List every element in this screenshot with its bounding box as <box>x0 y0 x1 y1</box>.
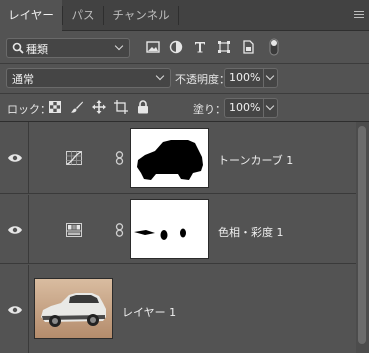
lock-label: ロック： <box>7 103 51 116</box>
layer-kind-filter-select[interactable]: 種類 <box>6 38 130 58</box>
hue-saturation-adjustment-icon <box>66 223 82 237</box>
tab-divider <box>178 6 179 25</box>
lock-all-icon[interactable] <box>137 100 149 114</box>
eye-icon[interactable] <box>7 225 23 235</box>
opacity-label: 不透明度： <box>175 73 230 86</box>
type-filter-icon[interactable] <box>193 40 207 54</box>
adjustment-filter-icon[interactable] <box>169 40 183 54</box>
layer-image-thumbnail[interactable] <box>34 278 113 339</box>
row-divider <box>0 93 369 94</box>
layers-list: トーンカーブ 1 色相・彩度 1 レイヤー 1 <box>0 122 356 353</box>
lock-artboard-icon[interactable] <box>114 100 128 114</box>
fill-value: 100% <box>229 101 261 114</box>
chevron-down-icon <box>114 41 124 51</box>
lock-position-icon[interactable] <box>92 100 106 114</box>
image-filter-icon[interactable] <box>146 40 160 54</box>
layer-mask-thumbnail[interactable] <box>130 128 209 188</box>
layer-row-curves[interactable]: トーンカーブ 1 <box>0 122 356 194</box>
smart-object-filter-icon[interactable] <box>241 40 255 54</box>
lock-transparent-pixels-icon[interactable] <box>49 101 61 113</box>
layer-row-hue-saturation[interactable]: 色相・彩度 1 <box>0 195 356 264</box>
layer-mask-thumbnail[interactable] <box>130 199 209 259</box>
search-icon <box>12 42 24 54</box>
layer-name[interactable]: トーンカーブ 1 <box>218 152 293 168</box>
opacity-value: 100% <box>229 71 261 84</box>
fill-field[interactable]: 100% <box>224 98 278 118</box>
eye-icon[interactable] <box>7 153 23 163</box>
lock-image-pixels-icon[interactable] <box>70 100 84 114</box>
mask-link-icon[interactable] <box>115 223 124 237</box>
tab-channels[interactable]: チャンネル <box>104 0 178 31</box>
wheel-mask <box>134 228 186 240</box>
blend-mode-select[interactable]: 通常 <box>6 68 171 88</box>
panel-tab-bar: レイヤー パス チャンネル <box>0 0 369 32</box>
layers-scrollbar[interactable] <box>358 126 366 344</box>
chevron-down-icon <box>155 71 165 81</box>
tab-paths[interactable]: パス <box>63 0 103 31</box>
curves-adjustment-icon <box>66 151 82 165</box>
car-silhouette-mask <box>137 140 203 180</box>
blend-mode-value: 通常 <box>12 73 34 86</box>
layer-kind-label: 種類 <box>26 43 48 56</box>
mask-link-icon[interactable] <box>115 151 124 165</box>
layer-name[interactable]: レイヤー 1 <box>122 304 176 320</box>
layer-name[interactable]: 色相・彩度 1 <box>218 224 284 240</box>
opacity-field[interactable]: 100% <box>224 68 278 88</box>
fill-label: 塗り： <box>193 103 226 116</box>
car-photo <box>35 279 112 338</box>
layer-row-pixel[interactable]: レイヤー 1 <box>0 265 356 353</box>
row-divider <box>0 63 369 64</box>
shape-filter-icon[interactable] <box>217 40 231 54</box>
panel-menu-icon[interactable] <box>354 11 364 19</box>
tab-layers[interactable]: レイヤー <box>0 0 62 32</box>
eye-icon[interactable] <box>7 305 23 315</box>
filter-toggle-icon[interactable] <box>269 38 279 56</box>
